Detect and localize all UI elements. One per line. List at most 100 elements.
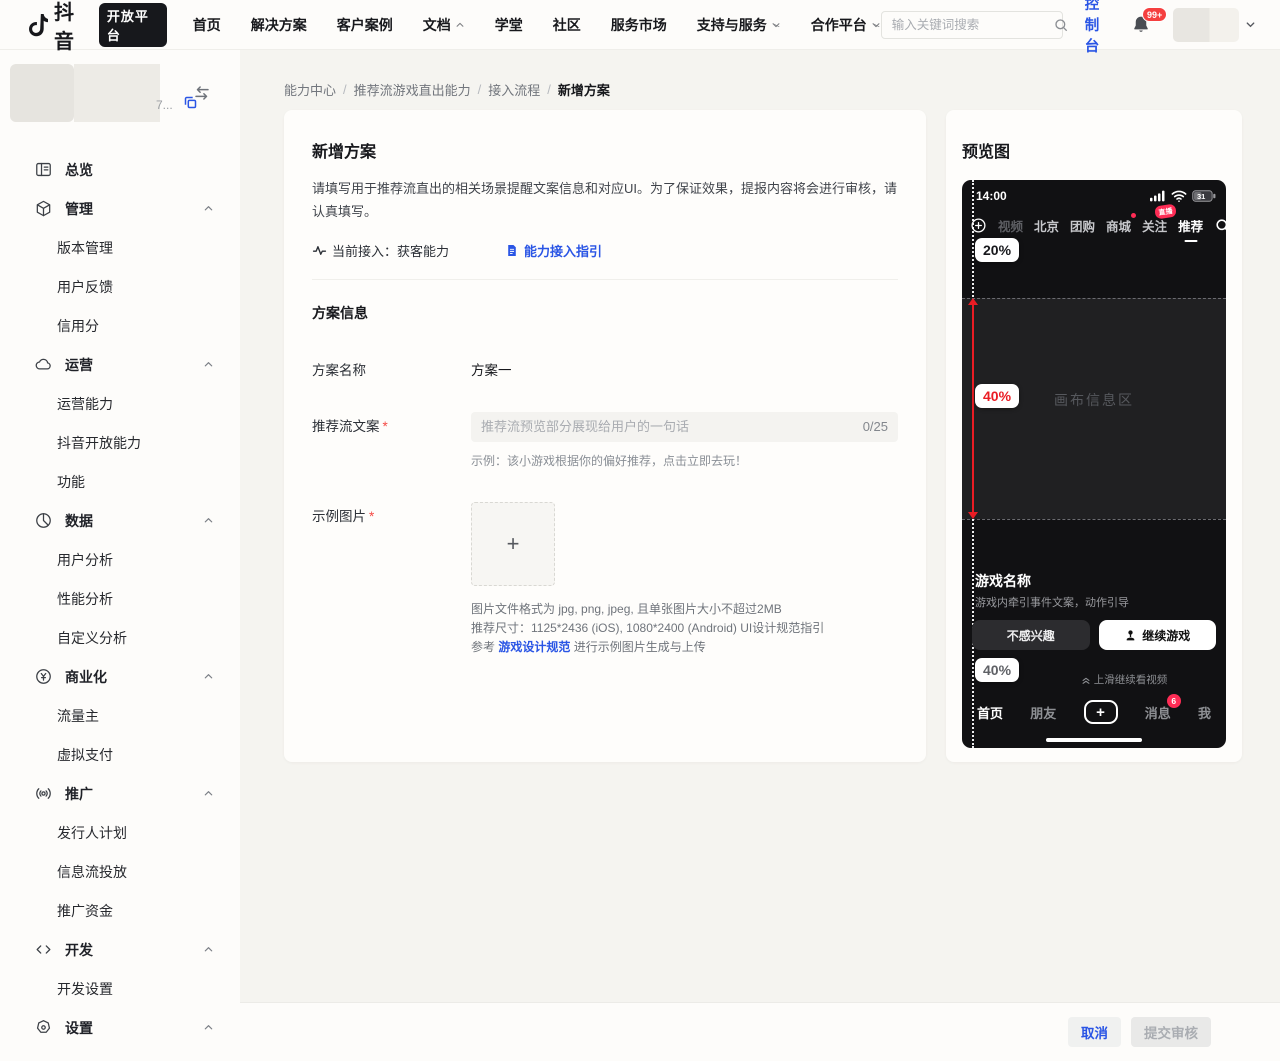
nav-item[interactable]: 服务市场 [611, 15, 667, 35]
divider [312, 278, 898, 280]
sidebar-item-总览[interactable]: 总览 [0, 150, 240, 189]
nav-item[interactable]: 客户案例 [337, 15, 393, 35]
current-access-text: 当前接入：获客能力 [332, 243, 450, 259]
search-input[interactable] [891, 17, 1053, 32]
submit-review-button[interactable]: 提交审核 [1131, 1017, 1211, 1047]
upload-hint-line: 推荐尺寸：1125*2436 (iOS), 1080*2400 (Android… [471, 620, 825, 635]
sidebar-item-管理[interactable]: 管理 [0, 189, 240, 228]
sidebar-subitem-功能[interactable]: 功能 [0, 462, 240, 501]
sidebar-subitem-开发设置[interactable]: 开发设置 [0, 969, 240, 1008]
sidebar-item-运营[interactable]: 运营 [0, 345, 240, 384]
phone-bottom-tab-消息[interactable]: 消息 6 [1145, 693, 1181, 722]
breadcrumb-item[interactable]: 能力中心 [284, 80, 336, 99]
add-icon[interactable] [970, 217, 987, 234]
guide-link[interactable]: 能力接入指引 [505, 241, 602, 260]
live-badge: 直播 [1154, 203, 1177, 220]
sidebar-subitem-性能分析[interactable]: 性能分析 [0, 579, 240, 618]
feed-copy-input-wrap: 0/25 [471, 411, 898, 442]
phone-tab-关注[interactable]: 关注 直播 [1142, 203, 1177, 235]
plan-name-row: 方案名称 方案一 [312, 356, 898, 379]
chevron-down-icon[interactable] [1245, 19, 1256, 30]
sidebar-subitem-抖音开放能力[interactable]: 抖音开放能力 [0, 423, 240, 462]
sidebar-item-设置[interactable]: 设置 [0, 1008, 240, 1047]
cellular-icon [1150, 190, 1166, 202]
breadcrumb-item[interactable]: 接入流程 [488, 80, 540, 99]
nav-item[interactable]: 社区 [553, 15, 581, 35]
sidebar-subitem-版本管理[interactable]: 版本管理 [0, 228, 240, 267]
phone-tab-视频[interactable]: 视频 [998, 216, 1023, 235]
phone-bottom-tab-首页[interactable]: 首页 [977, 703, 1003, 722]
sidebar-subitem-信息流投放[interactable]: 信息流投放 [0, 852, 240, 891]
sidebar-subitem-自定义分析[interactable]: 自定义分析 [0, 618, 240, 657]
required-asterisk: * [382, 418, 388, 434]
battery-level: 31 [1197, 191, 1206, 201]
swipe-up-hint: 上滑继续看视频 [1022, 672, 1226, 687]
sidebar-subitem-虚拟支付[interactable]: 虚拟支付 [0, 735, 240, 774]
required-asterisk: * [369, 508, 375, 524]
battery-icon: 31 [1192, 190, 1216, 202]
topbar-search[interactable] [880, 10, 1067, 39]
phone-tab-团购[interactable]: 团购 [1070, 216, 1095, 235]
switch-app-icon[interactable] [192, 84, 212, 102]
sidebar: 7... 总览 管理 版本管理 用户反馈 信用分 运营 运营能力 抖音开放能力 功能 [0, 50, 240, 1061]
nav-item-label: 文档 [422, 16, 451, 33]
search-icon[interactable] [1053, 17, 1069, 33]
dislike-button[interactable]: 不感兴趣 [972, 620, 1090, 650]
preview-card: 预览图 14:00 31 视频 北京 团购 商城 关注 直播 推荐 20% 40… [946, 110, 1242, 762]
nav-item[interactable]: 合作平台 [811, 15, 881, 35]
sidebar-subitem-推广资金[interactable]: 推广资金 [0, 891, 240, 930]
clock: 14:00 [976, 189, 1007, 203]
chevron-down-icon [872, 22, 880, 27]
nav-item[interactable]: 首页 [193, 15, 221, 35]
sidebar-subitem-用户反馈[interactable]: 用户反馈 [0, 267, 240, 306]
nav-item[interactable]: 文档 [423, 15, 465, 35]
phone-search-icon[interactable] [1214, 217, 1226, 234]
sidebar-item-开发[interactable]: 开发 [0, 930, 240, 969]
nav-item[interactable]: 解决方案 [251, 15, 307, 35]
sidebar-subitem-流量主[interactable]: 流量主 [0, 696, 240, 735]
sidebar-subitem-用户分析[interactable]: 用户分析 [0, 540, 240, 579]
chevron-up-icon [204, 362, 213, 367]
design-spec-link[interactable]: 游戏设计规范 [498, 640, 570, 654]
continue-game-button[interactable]: 继续游戏 [1098, 620, 1216, 650]
sidebar-item-商业化[interactable]: 商业化 [0, 657, 240, 696]
phone-create-button[interactable]: + [1083, 700, 1118, 724]
content: 能力中心 / 推荐流游戏直出能力 / 接入流程 / 新增方案 新增方案 请填写用于推荐流直出… [240, 50, 1280, 1061]
phone-bottom-tab-我[interactable]: 我 [1198, 703, 1211, 722]
home-indicator [1046, 737, 1142, 742]
sidebar-subitem-信用分[interactable]: 信用分 [0, 306, 240, 345]
nav-item-label: 支持与服务 [696, 16, 767, 33]
console-link[interactable]: 控制台 [1085, 0, 1109, 56]
document-icon [505, 243, 519, 258]
dashed-line-top [962, 298, 1226, 299]
feed-copy-hint: 示例：该小游戏根据你的偏好推荐，点击立即去玩！ [471, 453, 748, 468]
sidebar-subitem-发行人计划[interactable]: 发行人计划 [0, 813, 240, 852]
mid-percent-chip: 40% [975, 384, 1020, 408]
feed-copy-input[interactable] [481, 419, 855, 435]
section-title: 方案信息 [312, 304, 368, 321]
sidebar-item-数据[interactable]: 数据 [0, 501, 240, 540]
cancel-button[interactable]: 取消 [1068, 1017, 1121, 1047]
nav-item[interactable]: 支持与服务 [697, 15, 781, 35]
joystick-icon [1124, 629, 1137, 642]
avatar[interactable] [1173, 7, 1239, 42]
brand-logo[interactable]: 抖音 开放平台 [26, 0, 167, 54]
sidebar-subitem-运营能力[interactable]: 运营能力 [0, 384, 240, 423]
sidebar-item-推广[interactable]: 推广 [0, 774, 240, 813]
breadcrumb: 能力中心 / 推荐流游戏直出能力 / 接入流程 / 新增方案 [240, 50, 1280, 99]
breadcrumb-item[interactable]: 推荐流游戏直出能力 [354, 80, 471, 99]
nav-item[interactable]: 学堂 [495, 15, 523, 35]
phone-bottom-tab-朋友[interactable]: 朋友 [1030, 703, 1056, 722]
game-name: 游戏名称 [975, 573, 1031, 589]
phone-tab-北京[interactable]: 北京 [1034, 216, 1059, 235]
phone-tab-商城[interactable]: 商城 [1106, 213, 1137, 235]
notification-bell[interactable]: 99+ [1131, 7, 1168, 35]
phone-tab-推荐[interactable]: 推荐 [1178, 216, 1203, 235]
sidebar-item-label: 商业化 [65, 668, 107, 685]
pulse-icon [312, 243, 327, 258]
image-upload-button[interactable]: + [471, 501, 555, 586]
nav-item-label: 服务市场 [610, 16, 667, 33]
tabs-container: 视频 北京 团购 商城 关注 直播 推荐 [998, 203, 1203, 235]
chevron-down-icon [772, 22, 780, 27]
form-description: 请填写用于推荐流直出的相关场景提醒文案信息和对应UI。为了保证效果，提报内容将会… [312, 181, 898, 220]
